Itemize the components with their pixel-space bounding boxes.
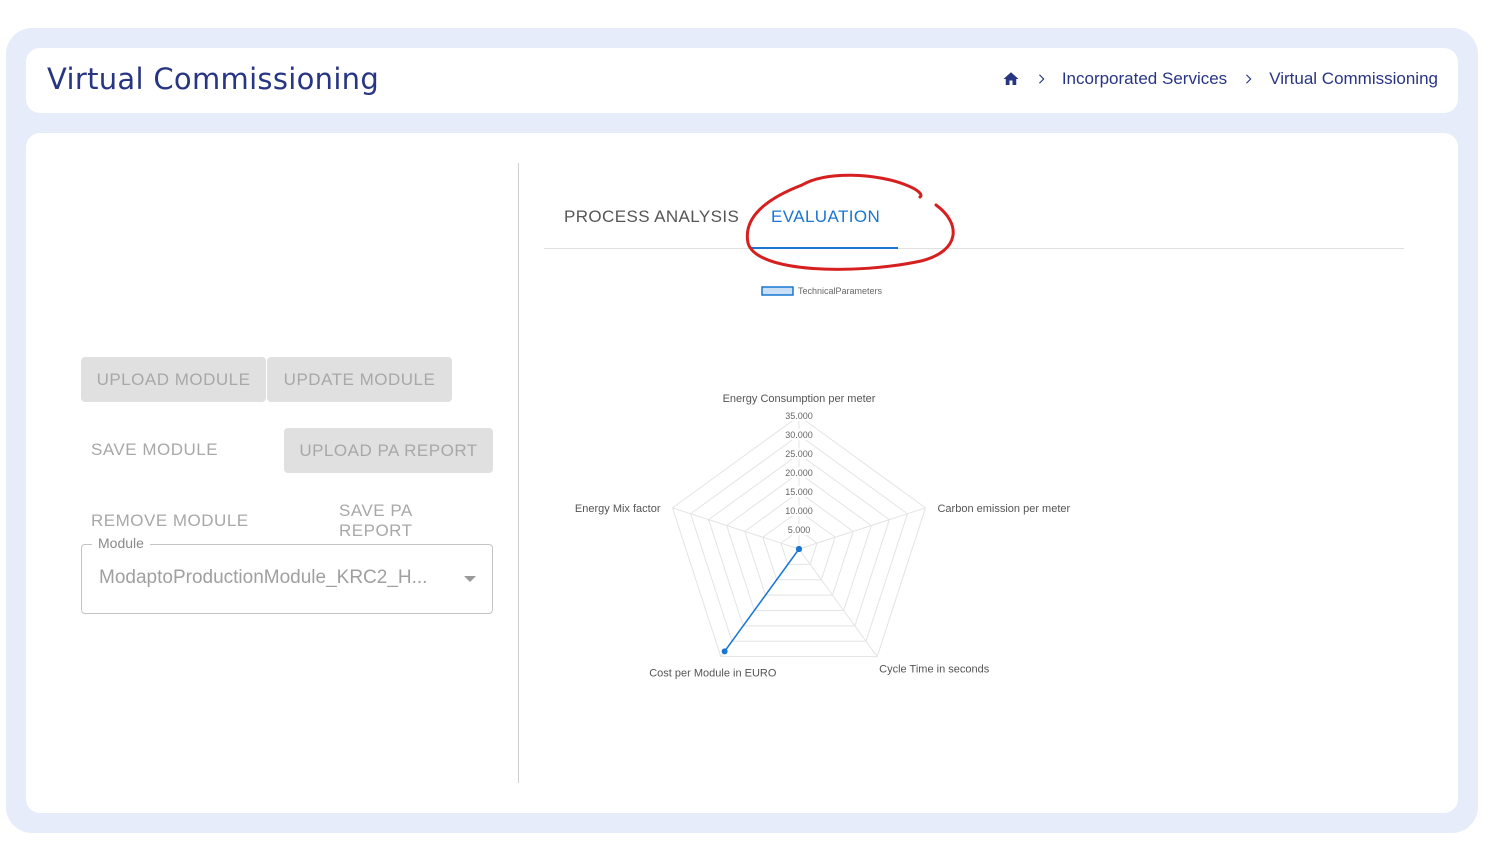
radar-tick-label: 25.000 — [785, 449, 813, 459]
radar-tick-label: 10.000 — [785, 506, 813, 516]
radar-spoke — [798, 507, 926, 550]
radar-axis-label: Cycle Time in seconds — [879, 664, 990, 676]
radar-chart: TechnicalParameters 5.000 10.000 15.000 20.0… — [575, 286, 1071, 680]
radar-series-area — [724, 548, 800, 652]
breadcrumb-virtual-commissioning[interactable]: Virtual Commissioning — [1269, 69, 1438, 89]
radar-axis-label: Carbon emission per meter — [937, 503, 1070, 515]
main-card: UPLOAD MODULE UPDATE MODULE SAVE MODULE … — [26, 133, 1458, 813]
radar-tick-label: 5.000 — [788, 525, 811, 535]
breadcrumb-incorporated-services[interactable]: Incorporated Services — [1062, 69, 1227, 89]
radar-spoke — [672, 507, 800, 550]
radar-spoke — [798, 548, 878, 657]
radar-axis-label: Energy Mix factor — [575, 503, 661, 515]
radar-data-point — [796, 546, 802, 552]
legend-label: TechnicalParameters — [798, 286, 883, 296]
radar-data-point — [721, 648, 728, 655]
radar-tick-label: 20.000 — [785, 468, 813, 478]
radar-axis-label: Cost per Module in EURO — [649, 668, 777, 680]
radar-tick-label: 35.000 — [785, 411, 813, 421]
chevron-right-icon — [1241, 72, 1255, 86]
legend-swatch — [761, 286, 794, 296]
breadcrumb: Incorporated Services Virtual Commission… — [1002, 69, 1438, 89]
home-icon[interactable] — [1002, 70, 1020, 88]
radar-tick-label: 30.000 — [785, 430, 813, 440]
radar-axis-label: Energy Consumption per meter — [723, 393, 876, 405]
page-title: Virtual Commissioning — [47, 62, 380, 96]
radar-tick-label: 15.000 — [785, 487, 813, 497]
header-card: Virtual Commissioning Incorporated Servi… — [26, 48, 1458, 113]
chevron-right-icon — [1034, 72, 1048, 86]
